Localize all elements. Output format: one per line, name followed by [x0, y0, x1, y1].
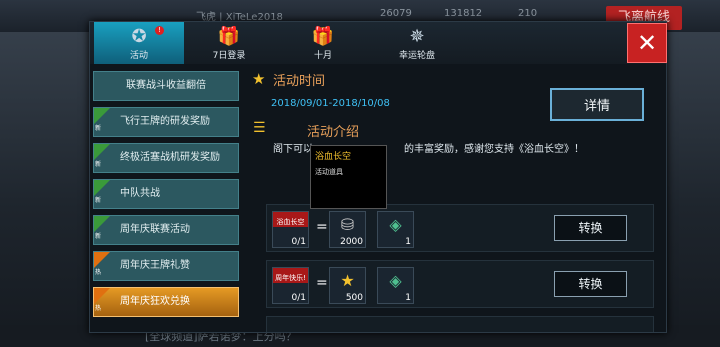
sidebar-item-label: 周年庆联赛活动	[120, 224, 190, 235]
new-tag: 新	[94, 216, 110, 240]
equals-sign: =	[316, 219, 328, 235]
tooltip-title: 浴血长空	[315, 152, 352, 162]
tab-october[interactable]: 🎁 十月	[278, 22, 368, 64]
reward-slot[interactable]: ★ 500	[329, 267, 366, 304]
star-badge-icon: ✪	[131, 26, 147, 47]
sidebar-item-ace-research[interactable]: 新 飞行王牌的研发奖励	[93, 107, 239, 137]
date-range: 2018/09/01-2018/10/08	[271, 98, 390, 109]
card-item: 周年快乐!	[273, 268, 308, 283]
sidebar-item-anniversary-league[interactable]: 新 周年庆联赛活动	[93, 215, 239, 245]
new-tag: 新	[94, 180, 110, 204]
hot-tag: 热	[94, 288, 110, 312]
details-button[interactable]: 详情	[550, 88, 644, 121]
tab-label: 7日登录	[212, 51, 246, 61]
equals-sign: =	[316, 275, 328, 291]
sidebar-item-anniversary-exchange[interactable]: 热 周年庆狂欢兑换	[93, 287, 239, 317]
reward-count: 1	[405, 237, 411, 247]
event-panel: ✪ ! 活动 🎁 7日登录 🎁 十月 ✵ 幸运轮盘 ✕ 联赛战斗收益翻倍 新 飞…	[89, 21, 667, 333]
reward-count: 1	[405, 293, 411, 303]
sidebar-item-label: 周年庆狂欢兑换	[120, 296, 190, 307]
sidebar-item-anniversary-ace[interactable]: 热 周年庆王牌礼赞	[93, 251, 239, 281]
section-title-time: 活动时间	[273, 74, 326, 89]
exchange-row: 浴血长空 0/1 = ⛁ 2000 ◈ 1 转换	[266, 204, 654, 252]
tab-7day-login[interactable]: 🎁 7日登录	[184, 22, 274, 64]
desc-prefix: 阁下可以	[273, 144, 313, 155]
convert-button[interactable]: 转换	[554, 215, 627, 241]
exchange-row: 周年快乐! 0/1 = ★ 500 ◈ 1 转换	[266, 260, 654, 308]
gift-icon: 🎁	[217, 26, 241, 47]
section-title-intro: 活动介绍	[307, 125, 360, 140]
convert-button[interactable]: 转换	[554, 271, 627, 297]
sidebar-item-piston-research[interactable]: 新 终极活塞战机研发奖励	[93, 143, 239, 173]
card-count: 0/1	[291, 293, 306, 303]
tab-label: 活动	[129, 51, 148, 61]
hot-tag: 热	[94, 252, 110, 276]
reward-slot[interactable]: ⛁ 2000	[329, 211, 366, 248]
sidebar-item-label: 终极活塞战机研发奖励	[120, 152, 220, 163]
coin-stack-icon: ⛁	[340, 215, 355, 234]
new-tag: 新	[94, 108, 110, 132]
sidebar-item-label: 周年庆王牌礼赞	[120, 260, 190, 271]
gift-icon: 🎁	[311, 26, 335, 47]
list-icon: ☰	[253, 120, 266, 136]
star-icon: ★	[252, 70, 266, 88]
tab-label: 幸运轮盘	[398, 51, 435, 61]
currency-1: 26079	[380, 8, 412, 19]
reward-slot[interactable]: ◈ 1	[377, 267, 414, 304]
sidebar-item-label: 飞行王牌的研发奖励	[120, 116, 210, 127]
tab-lucky-wheel[interactable]: ✵ 幸运轮盘	[372, 22, 462, 64]
crate-icon: ◈	[389, 215, 402, 234]
sidebar-item-label: 联赛战斗收益翻倍	[126, 80, 206, 91]
close-button[interactable]: ✕	[627, 23, 667, 63]
sidebar-item-league-double[interactable]: 联赛战斗收益翻倍	[93, 71, 239, 101]
notification-badge: !	[155, 26, 164, 35]
event-card-slot[interactable]: 周年快乐! 0/1	[272, 267, 309, 304]
event-card-slot[interactable]: 浴血长空 0/1	[272, 211, 309, 248]
currency-2: 131812	[444, 8, 483, 19]
crate-icon: ◈	[389, 271, 402, 290]
desc-suffix: 的丰富奖励，感谢您支持《浴血长空》！	[404, 144, 584, 155]
event-content: ★ 活动时间 2018/09/01-2018/10/08 详情 ☰ 活动介绍 阁…	[246, 68, 666, 332]
tab-label: 十月	[313, 51, 332, 61]
currency-3: 210	[518, 8, 538, 19]
event-sidebar: 联赛战斗收益翻倍 新 飞行王牌的研发奖励 新 终极活塞战机研发奖励 新 中队共战…	[93, 71, 239, 323]
reward-count: 500	[345, 293, 363, 303]
reward-count: 2000	[340, 237, 363, 247]
reward-slot[interactable]: ◈ 1	[377, 211, 414, 248]
tab-events[interactable]: ✪ ! 活动	[94, 22, 184, 64]
item-tooltip: 浴血长空 活动道具	[310, 145, 387, 209]
exchange-row-partial	[266, 316, 654, 332]
tab-bar: ✪ ! 活动 🎁 7日登录 🎁 十月 ✵ 幸运轮盘 ✕	[90, 22, 667, 64]
card-count: 0/1	[291, 237, 306, 247]
tooltip-subtitle: 活动道具	[315, 168, 343, 176]
card-item: 浴血长空	[273, 212, 308, 227]
sidebar-item-squad-battle[interactable]: 新 中队共战	[93, 179, 239, 209]
gold-star-icon: ★	[340, 271, 355, 290]
new-tag: 新	[94, 144, 110, 168]
sidebar-item-label: 中队共战	[120, 188, 160, 199]
wheel-icon: ✵	[409, 26, 425, 47]
